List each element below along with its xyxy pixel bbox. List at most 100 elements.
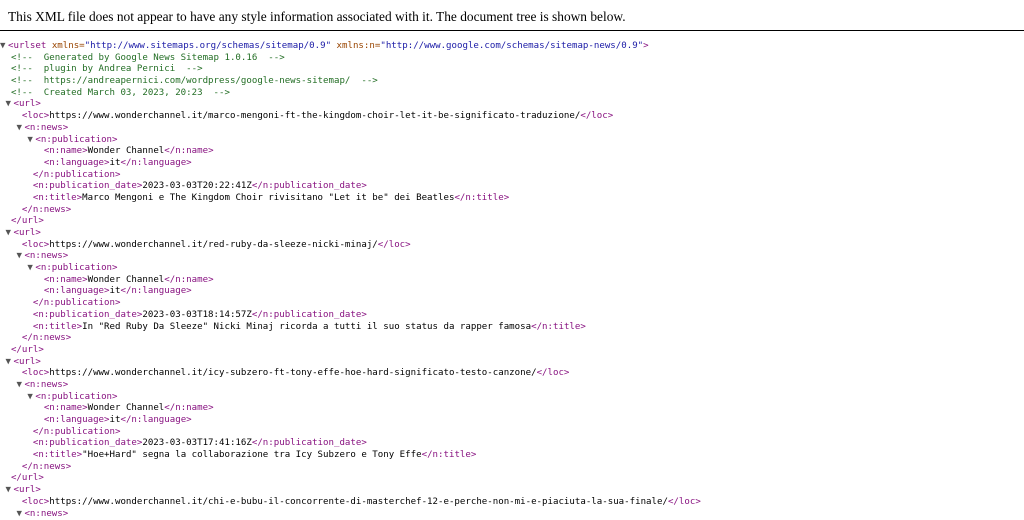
publication-open-tag: <n:publication> bbox=[35, 263, 117, 273]
urlset-tag: <urlset bbox=[8, 41, 46, 51]
language-open-tag: <n:language> bbox=[44, 286, 110, 296]
url-open-line: ▼<url> bbox=[0, 228, 1024, 240]
name-open-tag: <n:name> bbox=[44, 146, 88, 156]
name-line: <n:name>Wonder Channel</n:name> bbox=[0, 275, 1024, 287]
title-open-tag: <n:title> bbox=[33, 322, 82, 332]
title-open-tag: <n:title> bbox=[33, 193, 82, 203]
loc-value: https://www.wonderchannel.it/red-ruby-da… bbox=[49, 240, 378, 250]
news-title: "Hoe+Hard" segna la collaborazione tra I… bbox=[82, 450, 421, 460]
date-open-tag: <n:publication_date> bbox=[33, 438, 143, 448]
name-line: <n:name>Wonder Channel</n:name> bbox=[0, 403, 1024, 415]
comment-created: <!-- Created March 03, 2023, 20:23 --> bbox=[11, 88, 230, 98]
publication-language: it bbox=[110, 286, 121, 296]
publication-close-line: </n:publication> bbox=[0, 427, 1024, 439]
url-close-line: </url> bbox=[0, 345, 1024, 357]
publication-open-line: ▼<n:publication> bbox=[0, 263, 1024, 275]
news-close-tag: </n:news> bbox=[22, 333, 71, 343]
url-close-line: </url> bbox=[0, 473, 1024, 485]
publication-close-tag: </n:publication> bbox=[33, 427, 121, 437]
comment-generated: <!-- Generated by Google News Sitemap 1.… bbox=[11, 53, 285, 63]
loc-open-tag: <loc> bbox=[22, 111, 49, 121]
publication-close-line: </n:publication> bbox=[0, 170, 1024, 182]
url-open-tag: <url> bbox=[13, 357, 40, 367]
xmlns-n-attr-value: "http://www.google.com/schemas/sitemap-n… bbox=[380, 41, 643, 51]
news-open-tag: <n:news> bbox=[24, 251, 68, 261]
loc-value: https://www.wonderchannel.it/chi-e-bubu-… bbox=[49, 497, 668, 507]
loc-value: https://www.wonderchannel.it/marco-mengo… bbox=[49, 111, 580, 121]
comment-line: <!-- https://andreapernici.com/wordpress… bbox=[0, 76, 1024, 88]
urlset-open-line: ▼<urlset xmlns="http://www.sitemaps.org/… bbox=[0, 41, 1024, 53]
publication-name: Wonder Channel bbox=[88, 275, 165, 285]
language-open-tag: <n:language> bbox=[44, 415, 110, 425]
collapse-urlset-icon[interactable]: ▼ bbox=[0, 41, 8, 53]
title-line: <n:title>Marco Mengoni e The Kingdom Cho… bbox=[0, 193, 1024, 205]
news-title: In "Red Ruby Da Sleeze" Nicki Minaj rico… bbox=[82, 322, 531, 332]
url-close-line: </url> bbox=[0, 216, 1024, 228]
news-close-line: </n:news> bbox=[0, 333, 1024, 345]
news-open-line: ▼<n:news> bbox=[0, 380, 1024, 392]
loc-close-tag: </loc> bbox=[580, 111, 613, 121]
title-close-tag: </n:title> bbox=[531, 322, 586, 332]
language-close-tag: </n:language> bbox=[120, 286, 191, 296]
date-close-tag: </n:publication_date> bbox=[252, 310, 367, 320]
news-close-line: </n:news> bbox=[0, 205, 1024, 217]
publication-name: Wonder Channel bbox=[88, 403, 165, 413]
news-open-line: ▼<n:news> bbox=[0, 509, 1024, 520]
loc-line: <loc>https://www.wonderchannel.it/icy-su… bbox=[0, 368, 1024, 380]
loc-open-tag: <loc> bbox=[22, 368, 49, 378]
publication-close-tag: </n:publication> bbox=[33, 298, 121, 308]
url-open-tag: <url> bbox=[13, 228, 40, 238]
date-line: <n:publication_date>2023-03-03T20:22:41Z… bbox=[0, 181, 1024, 193]
publication-open-line: ▼<n:publication> bbox=[0, 392, 1024, 404]
news-open-line: ▼<n:news> bbox=[0, 123, 1024, 135]
url-open-tag: <url> bbox=[13, 99, 40, 109]
loc-value: https://www.wonderchannel.it/icy-subzero… bbox=[49, 368, 536, 378]
news-close-line: </n:news> bbox=[0, 462, 1024, 474]
url-open-line: ▼<url> bbox=[0, 99, 1024, 111]
loc-close-tag: </loc> bbox=[378, 240, 411, 250]
title-line: <n:title>In "Red Ruby Da Sleeze" Nicki M… bbox=[0, 322, 1024, 334]
loc-line: <loc>https://www.wonderchannel.it/chi-e-… bbox=[0, 497, 1024, 509]
xmlns-n-attr-name: xmlns:n= bbox=[337, 41, 381, 51]
language-open-tag: <n:language> bbox=[44, 158, 110, 168]
language-line: <n:language>it</n:language> bbox=[0, 158, 1024, 170]
publication-date: 2023-03-03T18:14:57Z bbox=[142, 310, 252, 320]
xml-style-notice: This XML file does not appear to have an… bbox=[0, 0, 1024, 25]
loc-line: <loc>https://www.wonderchannel.it/marco-… bbox=[0, 111, 1024, 123]
name-close-tag: </n:name> bbox=[164, 146, 213, 156]
url-close-tag: </url> bbox=[11, 216, 44, 226]
language-line: <n:language>it</n:language> bbox=[0, 415, 1024, 427]
url-close-tag: </url> bbox=[11, 345, 44, 355]
comment-plugin-url: <!-- https://andreapernici.com/wordpress… bbox=[11, 76, 378, 86]
comment-line: <!-- Generated by Google News Sitemap 1.… bbox=[0, 53, 1024, 65]
publication-open-tag: <n:publication> bbox=[35, 135, 117, 145]
loc-close-tag: </loc> bbox=[537, 368, 570, 378]
date-close-tag: </n:publication_date> bbox=[252, 438, 367, 448]
title-close-tag: </n:title> bbox=[454, 193, 509, 203]
news-close-tag: </n:news> bbox=[22, 205, 71, 215]
news-open-tag: <n:news> bbox=[24, 380, 68, 390]
publication-language: it bbox=[110, 415, 121, 425]
loc-line: <loc>https://www.wonderchannel.it/red-ru… bbox=[0, 240, 1024, 252]
loc-open-tag: <loc> bbox=[22, 497, 49, 507]
publication-close-line: </n:publication> bbox=[0, 298, 1024, 310]
url-open-line: ▼<url> bbox=[0, 357, 1024, 369]
publication-language: it bbox=[110, 158, 121, 168]
title-line: <n:title>"Hoe+Hard" segna la collaborazi… bbox=[0, 450, 1024, 462]
name-open-tag: <n:name> bbox=[44, 275, 88, 285]
language-line: <n:language>it</n:language> bbox=[0, 286, 1024, 298]
date-open-tag: <n:publication_date> bbox=[33, 181, 143, 191]
publication-date: 2023-03-03T20:22:41Z bbox=[142, 181, 252, 191]
language-close-tag: </n:language> bbox=[120, 415, 191, 425]
name-close-tag: </n:name> bbox=[164, 403, 213, 413]
urlset-tag-bracket: > bbox=[643, 41, 648, 51]
news-open-line: ▼<n:news> bbox=[0, 251, 1024, 263]
publication-date: 2023-03-03T17:41:16Z bbox=[142, 438, 252, 448]
publication-close-tag: </n:publication> bbox=[33, 170, 121, 180]
comment-plugin: <!-- plugin by Andrea Pernici --> bbox=[11, 64, 203, 74]
date-line: <n:publication_date>2023-03-03T18:14:57Z… bbox=[0, 310, 1024, 322]
news-open-tag: <n:news> bbox=[24, 123, 68, 133]
news-title: Marco Mengoni e The Kingdom Choir rivisi… bbox=[82, 193, 454, 203]
publication-open-tag: <n:publication> bbox=[35, 392, 117, 402]
language-close-tag: </n:language> bbox=[120, 158, 191, 168]
